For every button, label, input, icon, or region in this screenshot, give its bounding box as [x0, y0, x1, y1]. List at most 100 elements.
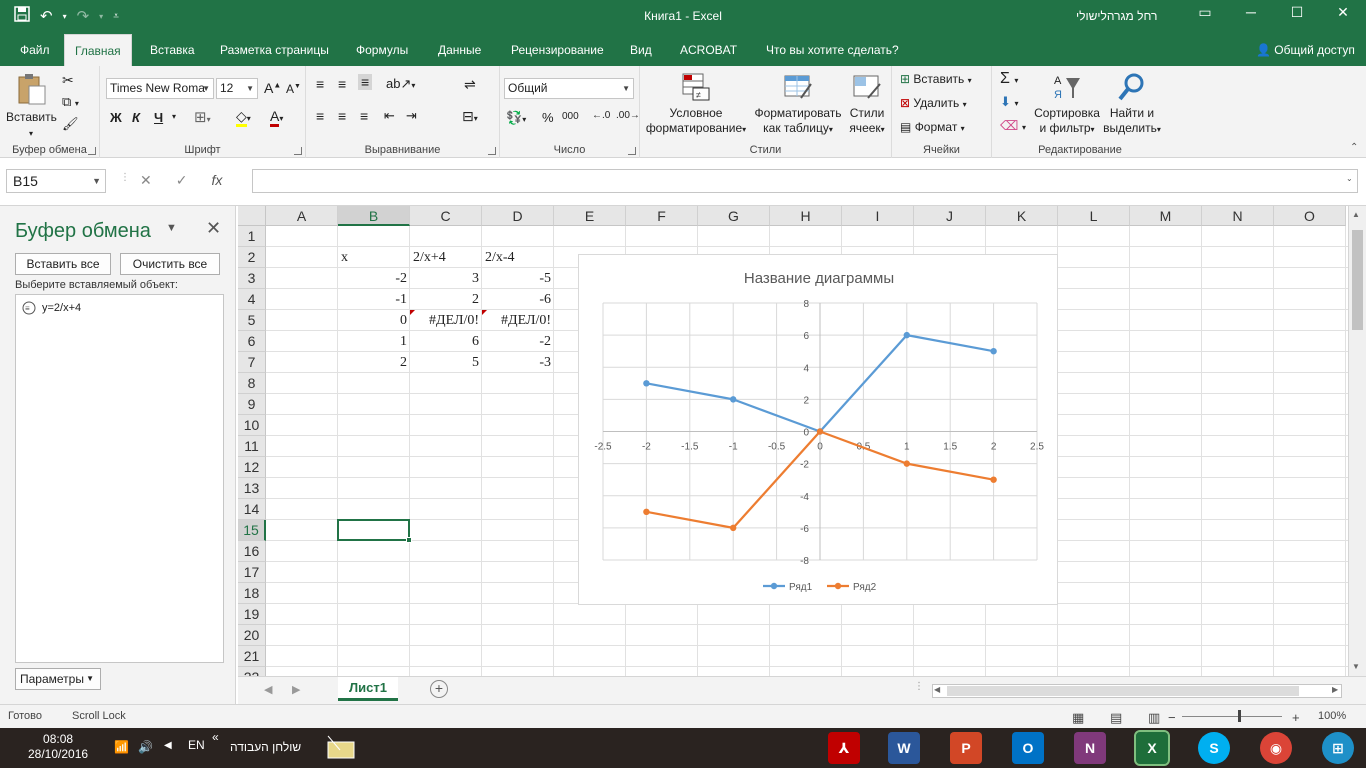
row-header-1[interactable]: 1: [238, 226, 266, 247]
expand-formula-icon[interactable]: ⌄: [1346, 174, 1353, 183]
tab-2[interactable]: Вставка: [140, 34, 205, 66]
bold-button[interactable]: Ж: [110, 110, 122, 125]
zoom-out-icon[interactable]: −: [1168, 710, 1176, 725]
font-size-combo[interactable]: 12 ▼: [216, 78, 258, 99]
fill-icon[interactable]: ⬇ ▾: [1000, 94, 1019, 110]
add-sheet-icon[interactable]: +: [430, 680, 448, 698]
page-break-view-icon[interactable]: ▥: [1148, 710, 1160, 726]
sheet-tab[interactable]: Лист1: [338, 677, 398, 701]
column-header-B[interactable]: B: [338, 206, 410, 226]
fill-handle[interactable]: [406, 537, 412, 543]
volume-icon[interactable]: 🔊: [138, 740, 153, 754]
acrobat-icon[interactable]: ⅄: [828, 732, 860, 764]
chrome-icon[interactable]: ◉: [1260, 732, 1292, 764]
row-header-3[interactable]: 3: [238, 268, 266, 289]
align-left-icon[interactable]: ≡: [316, 108, 324, 124]
pane-menu-icon[interactable]: ▼: [166, 222, 177, 234]
tab-5[interactable]: Данные: [428, 34, 491, 66]
column-header-D[interactable]: D: [482, 206, 554, 226]
language-indicator[interactable]: EN: [188, 738, 205, 752]
select-all-corner[interactable]: [238, 206, 266, 226]
column-header-O[interactable]: O: [1274, 206, 1346, 226]
align-right-icon[interactable]: ≡: [360, 108, 368, 124]
word-icon[interactable]: W: [888, 732, 920, 764]
cell-C5[interactable]: #ДЕЛ/0!: [410, 310, 482, 331]
decrease-decimal-icon[interactable]: .00→: [616, 110, 640, 121]
row-header-9[interactable]: 9: [238, 394, 266, 415]
normal-view-icon[interactable]: ▦: [1072, 710, 1084, 726]
clipboard-launcher-icon[interactable]: [88, 147, 96, 155]
align-top-icon[interactable]: ≡: [316, 76, 324, 92]
cell-B4[interactable]: -1: [338, 289, 410, 310]
start-icon[interactable]: ⊞: [1322, 732, 1354, 764]
error-indicator-icon[interactable]: [410, 310, 415, 315]
onenote-icon[interactable]: N: [1074, 732, 1106, 764]
insert-cells-button[interactable]: ⊞ Вставить ▾: [900, 72, 972, 86]
wrap-text-icon[interactable]: ⇌: [464, 76, 476, 93]
insert-function-icon[interactable]: fx: [211, 172, 222, 189]
decrease-font-icon[interactable]: A▼: [286, 82, 301, 96]
share-button[interactable]: 👤 Общий доступ: [1256, 34, 1355, 66]
cell-D2[interactable]: 2/x-4: [482, 247, 554, 268]
prev-sheet-icon[interactable]: ◀: [264, 683, 272, 696]
column-header-J[interactable]: J: [914, 206, 986, 226]
fill-color-icon[interactable]: ◇▾: [236, 108, 251, 127]
align-bottom-icon[interactable]: ≡: [358, 74, 373, 90]
percent-button[interactable]: %: [542, 110, 554, 125]
borders-icon[interactable]: ⊞▾: [194, 108, 211, 126]
increase-indent-icon[interactable]: ⇥: [406, 108, 417, 124]
increase-decimal-icon[interactable]: ←.0: [592, 110, 610, 121]
ribbon-display-icon[interactable]: ▭: [1190, 4, 1220, 21]
user-name[interactable]: רחל מגרהלישולי: [1076, 9, 1157, 23]
sort-filter-button[interactable]: AЯ Сортировка и фильтр▾: [1032, 72, 1102, 137]
row-header-20[interactable]: 20: [238, 625, 266, 646]
next-sheet-icon[interactable]: ▶: [292, 683, 300, 696]
cell-C4[interactable]: 2: [410, 289, 482, 310]
cancel-icon[interactable]: ✕: [140, 172, 152, 189]
row-header-17[interactable]: 17: [238, 562, 266, 583]
row-header-11[interactable]: 11: [238, 436, 266, 457]
row-header-21[interactable]: 21: [238, 646, 266, 667]
vertical-scrollbar[interactable]: ▲ ▼: [1348, 206, 1366, 676]
excel-icon[interactable]: X: [1134, 730, 1170, 766]
close-icon[interactable]: ✕: [206, 218, 221, 239]
copy-icon[interactable]: ⧉ ▾: [62, 94, 79, 110]
cell-C7[interactable]: 5: [410, 352, 482, 373]
scroll-thumb[interactable]: [1352, 230, 1363, 330]
cell-C2[interactable]: 2/x+4: [410, 247, 482, 268]
find-select-button[interactable]: Найти и выделить▾: [1100, 72, 1164, 137]
cell-styles-button[interactable]: Стили ячеек▾: [844, 72, 890, 137]
column-header-M[interactable]: M: [1130, 206, 1202, 226]
cell-B3[interactable]: -2: [338, 268, 410, 289]
row-header-22[interactable]: 22: [238, 667, 266, 676]
column-header-N[interactable]: N: [1202, 206, 1274, 226]
column-header-A[interactable]: A: [266, 206, 338, 226]
clear-all-button[interactable]: Очистить все: [120, 253, 220, 275]
cell-C6[interactable]: 6: [410, 331, 482, 352]
scroll-right-icon[interactable]: ▶: [1332, 685, 1338, 694]
tab-split-icon[interactable]: ⋮: [914, 681, 924, 692]
tab-1[interactable]: Главная: [64, 34, 132, 66]
zoom-slider-knob[interactable]: [1238, 710, 1241, 722]
cell-B7[interactable]: 2: [338, 352, 410, 373]
tab-7[interactable]: Вид: [620, 34, 662, 66]
row-header-15[interactable]: 15: [238, 520, 266, 541]
cell-D3[interactable]: -5: [482, 268, 554, 289]
toolbar-expand-icon[interactable]: «: [212, 730, 219, 744]
format-painter-icon[interactable]: 🖌: [62, 116, 79, 132]
column-header-H[interactable]: H: [770, 206, 842, 226]
clipboard-item[interactable]: ≡ y=2/x+4: [22, 301, 81, 315]
tab-3[interactable]: Разметка страницы: [210, 34, 339, 66]
column-header-C[interactable]: C: [410, 206, 482, 226]
close-window-icon[interactable]: ✕: [1328, 4, 1358, 21]
merge-cells-icon[interactable]: ⊟▾: [462, 108, 478, 125]
format-as-table-button[interactable]: Форматировать как таблицу▾: [750, 72, 846, 137]
row-header-5[interactable]: 5: [238, 310, 266, 331]
zoom-level[interactable]: 100%: [1318, 710, 1346, 722]
name-box[interactable]: B15 ▼: [6, 169, 106, 193]
italic-button[interactable]: К: [132, 110, 140, 125]
clock[interactable]: 08:08 28/10/2016: [28, 732, 88, 762]
selected-cell[interactable]: [337, 519, 412, 543]
column-header-E[interactable]: E: [554, 206, 626, 226]
font-color-icon[interactable]: A▾: [270, 108, 283, 127]
